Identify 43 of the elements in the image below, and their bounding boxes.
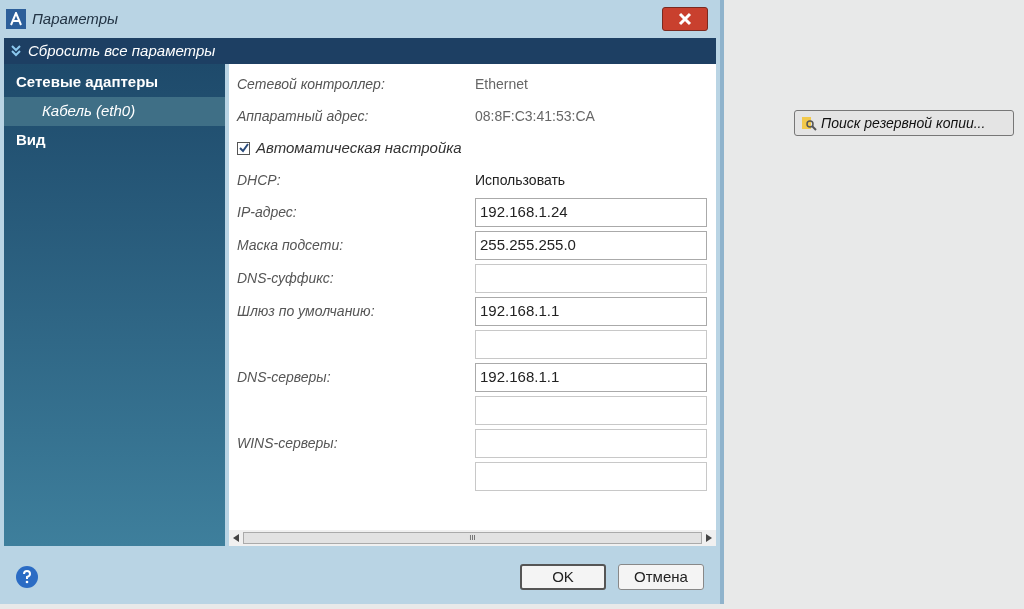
folder-search-icon — [801, 115, 817, 131]
close-button[interactable] — [662, 7, 708, 31]
field-label: Шлюз по умолчанию: — [236, 301, 376, 321]
dialog-button[interactable]: OK — [520, 564, 606, 590]
field-label: Аппаратный адрес: — [235, 106, 370, 126]
checkbox-label: Автоматическая настройка — [256, 137, 462, 158]
field-label: Сетевой контроллер: — [236, 74, 386, 94]
help-icon[interactable] — [16, 566, 38, 588]
input-field[interactable]: 192.168.1.1 — [475, 363, 707, 392]
input-field[interactable] — [475, 429, 707, 458]
field-value: 08:8F:C3:41:53:CA — [475, 106, 595, 126]
search-backup-button[interactable]: Поиск резервной копии... — [794, 110, 1014, 136]
field-value: Ethernet — [475, 74, 528, 94]
sidebar-item[interactable]: Вид — [4, 126, 225, 155]
field-label: DHCP: — [236, 170, 282, 190]
reset-label: Сбросить все параметры — [28, 40, 216, 61]
field-label: IP-адрес: — [236, 202, 298, 222]
input-field[interactable] — [475, 462, 707, 491]
field-label: WINS-серверы: — [236, 433, 339, 453]
right-arrow-icon — [706, 534, 712, 542]
input-field[interactable] — [475, 330, 707, 359]
scrollbar-thumb[interactable]: III — [243, 532, 702, 544]
sidebar-item[interactable]: Сетевые адаптеры — [4, 68, 225, 97]
field-label: DNS-серверы: — [236, 367, 332, 387]
input-field[interactable] — [475, 264, 707, 293]
field-label: DNS-суффикс: — [236, 268, 335, 288]
reset-bar[interactable]: Сбросить все параметры — [4, 38, 716, 64]
input-field[interactable]: 255.255.255.0 — [475, 231, 707, 260]
horizontal-scrollbar[interactable]: III — [229, 530, 716, 546]
input-field[interactable] — [475, 396, 707, 425]
app-logo-icon — [6, 9, 26, 29]
checkbox[interactable] — [237, 141, 250, 155]
double-chevron-icon — [10, 45, 22, 57]
input-field[interactable]: 192.168.1.24 — [475, 198, 707, 227]
input-field[interactable]: 192.168.1.1 — [475, 297, 707, 326]
sidebar-item[interactable]: Кабель (eth0) — [4, 97, 225, 126]
left-arrow-icon — [233, 534, 239, 542]
close-icon — [678, 12, 692, 26]
dialog-button[interactable]: Отмена — [618, 564, 704, 590]
field-value: Использовать — [475, 170, 566, 190]
field-label: Маска подсети: — [236, 235, 345, 255]
check-icon — [238, 143, 249, 153]
window-title: Параметры — [32, 8, 119, 29]
